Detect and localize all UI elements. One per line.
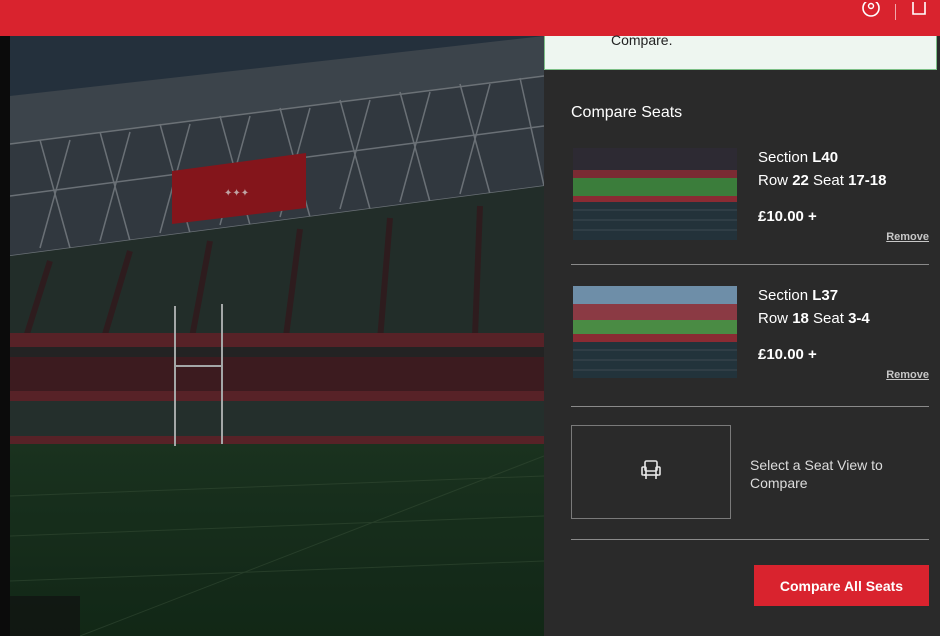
notice-text: Compare. <box>611 32 673 48</box>
seat-card[interactable]: Section L37 Row 18 Seat 3-4 £10.00 + Rem… <box>571 284 929 396</box>
user-icon[interactable] <box>861 2 881 22</box>
seat-card[interactable]: Section L40 Row 22 Seat 17-18 £10.00 + R… <box>571 146 929 258</box>
empty-slot-text: Select a Seat View to Compare <box>750 457 883 491</box>
divider <box>571 406 929 407</box>
left-edge <box>0 36 10 636</box>
seat-price: £10.00 + <box>758 208 817 225</box>
seat-info: Section L40 Row 22 Seat 17-18 <box>758 146 886 192</box>
empty-seat-slot[interactable] <box>571 425 731 519</box>
seat-icon <box>641 459 661 486</box>
basket-icon[interactable] <box>910 2 928 22</box>
compare-panel: Compare. Compare Seats Section L40 Row 2… <box>544 32 940 636</box>
remove-link[interactable]: Remove <box>886 369 929 381</box>
seat-section: Section L40 <box>758 149 839 166</box>
divider <box>571 539 929 540</box>
seat-thumbnail[interactable] <box>573 148 737 240</box>
seat-row: Row 18 Seat 3-4 <box>758 310 870 327</box>
seat-thumbnail[interactable] <box>573 286 737 378</box>
seat-info: Section L37 Row 18 Seat 3-4 <box>758 284 870 330</box>
notice-banner: Compare. <box>544 32 937 70</box>
stadium-seat-view[interactable]: ✦✦✦ <box>10 36 544 636</box>
panel-title: Compare Seats <box>571 104 683 121</box>
header-icons <box>861 0 928 24</box>
header-divider <box>895 4 896 20</box>
seat-row: Row 22 Seat 17-18 <box>758 172 887 189</box>
remove-link[interactable]: Remove <box>886 231 929 243</box>
seat-price: £10.00 + <box>758 346 817 363</box>
seat-section: Section L37 <box>758 287 839 304</box>
top-bar <box>0 0 940 36</box>
divider <box>571 264 929 265</box>
compare-all-seats-button[interactable]: Compare All Seats <box>754 565 929 606</box>
